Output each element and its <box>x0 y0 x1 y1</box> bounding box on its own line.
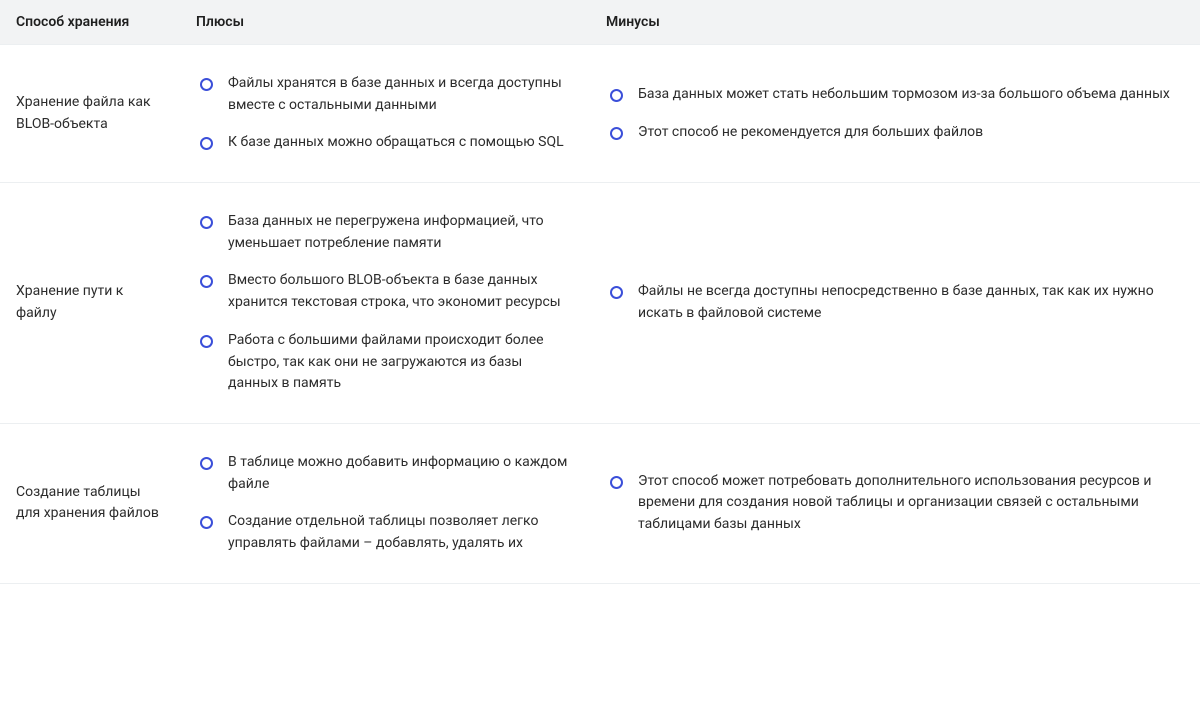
pros-list: База данных не перегружена информацией, … <box>196 211 574 395</box>
list-item: Создание отдельной таблицы позволяет лег… <box>196 511 574 554</box>
list-item: Файлы не всегда доступны непосредственно… <box>606 281 1184 324</box>
cons-list: Файлы не всегда доступны непосредственно… <box>606 281 1184 324</box>
cons-cell: База данных может стать небольшим тормоз… <box>590 45 1200 183</box>
list-item: Этот способ может потребовать дополнител… <box>606 471 1184 536</box>
pros-cell: База данных не перегружена информацией, … <box>180 183 590 424</box>
pros-cell: В таблице можно добавить информацию о ка… <box>180 423 590 583</box>
list-item: База данных не перегружена информацией, … <box>196 211 574 254</box>
table-row: Хранение файла как BLOB-объекта Файлы хр… <box>0 45 1200 183</box>
cons-list: База данных может стать небольшим тормоз… <box>606 84 1184 143</box>
cons-list: Этот способ может потребовать дополнител… <box>606 471 1184 536</box>
table-header-row: Способ хранения Плюсы Минусы <box>0 0 1200 45</box>
table-row: Создание таблицы для хранения файлов В т… <box>0 423 1200 583</box>
header-method: Способ хранения <box>0 0 180 45</box>
method-cell: Создание таблицы для хранения файлов <box>0 423 180 583</box>
header-pros: Плюсы <box>180 0 590 45</box>
header-cons: Минусы <box>590 0 1200 45</box>
list-item: К базе данных можно обращаться с помощью… <box>196 132 574 154</box>
pros-cell: Файлы хранятся в базе данных и всегда до… <box>180 45 590 183</box>
list-item: База данных может стать небольшим тормоз… <box>606 84 1184 106</box>
method-cell: Хранение файла как BLOB-объекта <box>0 45 180 183</box>
list-item: Работа с большими файлами происходит бол… <box>196 330 574 395</box>
table-row: Хранение пути к файлу База данных не пер… <box>0 183 1200 424</box>
list-item: Файлы хранятся в базе данных и всегда до… <box>196 73 574 116</box>
cons-cell: Файлы не всегда доступны непосредственно… <box>590 183 1200 424</box>
cons-cell: Этот способ может потребовать дополнител… <box>590 423 1200 583</box>
pros-list: В таблице можно добавить информацию о ка… <box>196 452 574 555</box>
list-item: Этот способ не рекомендуется для больших… <box>606 122 1184 144</box>
method-cell: Хранение пути к файлу <box>0 183 180 424</box>
pros-list: Файлы хранятся в базе данных и всегда до… <box>196 73 574 154</box>
storage-methods-table: Способ хранения Плюсы Минусы Хранение фа… <box>0 0 1200 584</box>
list-item: Вместо большого BLOB-объекта в базе данн… <box>196 270 574 313</box>
list-item: В таблице можно добавить информацию о ка… <box>196 452 574 495</box>
